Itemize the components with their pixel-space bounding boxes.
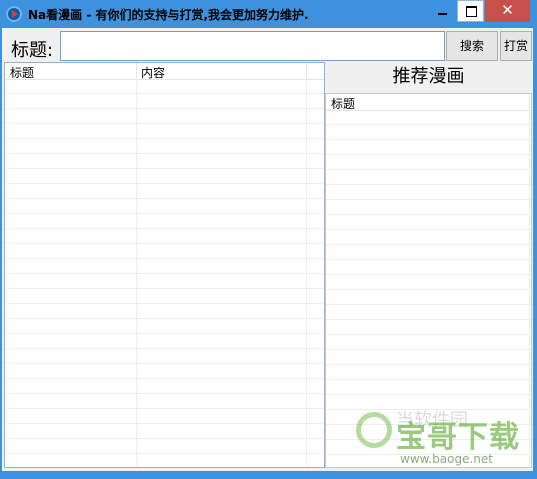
search-button[interactable]: 搜索: [446, 31, 498, 61]
results-rows: [5, 79, 324, 467]
minimize-icon: [438, 13, 447, 15]
title-search-input[interactable]: [60, 31, 445, 61]
tip-button[interactable]: 打赏: [500, 31, 532, 61]
results-list[interactable]: 标题 内容: [4, 62, 325, 468]
close-icon: ✕: [501, 1, 514, 19]
grid-line: [136, 79, 137, 467]
column-separator[interactable]: [529, 94, 530, 110]
maximize-button[interactable]: [457, 0, 484, 22]
search-label: 标题:: [11, 40, 54, 61]
window-title: Na看漫画 - 有你们的支持与打赏,我会更加努力维护.: [28, 8, 309, 22]
grid-line: [306, 79, 307, 467]
title-bar[interactable]: Na看漫画 - 有你们的支持与打赏,我会更加努力维护. ✕: [0, 0, 537, 28]
recommend-rows: [326, 110, 531, 467]
close-button[interactable]: ✕: [485, 0, 530, 22]
column-separator[interactable]: [136, 63, 137, 79]
maximize-icon: [466, 6, 477, 17]
recommend-list[interactable]: 标题: [325, 93, 532, 468]
column-separator[interactable]: [306, 63, 307, 79]
recommend-heading: 推荐漫画: [392, 66, 465, 87]
results-header: 标题 内容: [5, 63, 324, 80]
play-icon: [6, 6, 22, 22]
recommend-header: 标题: [326, 94, 531, 111]
app-window: Na看漫画 - 有你们的支持与打赏,我会更加努力维护. ✕ 标题: 搜索 打赏 …: [0, 0, 537, 479]
grid-line: [529, 110, 530, 467]
client-area: 标题: 搜索 打赏 标题 内容 推荐漫画 标题: [2, 28, 533, 471]
minimize-button[interactable]: [429, 0, 456, 22]
